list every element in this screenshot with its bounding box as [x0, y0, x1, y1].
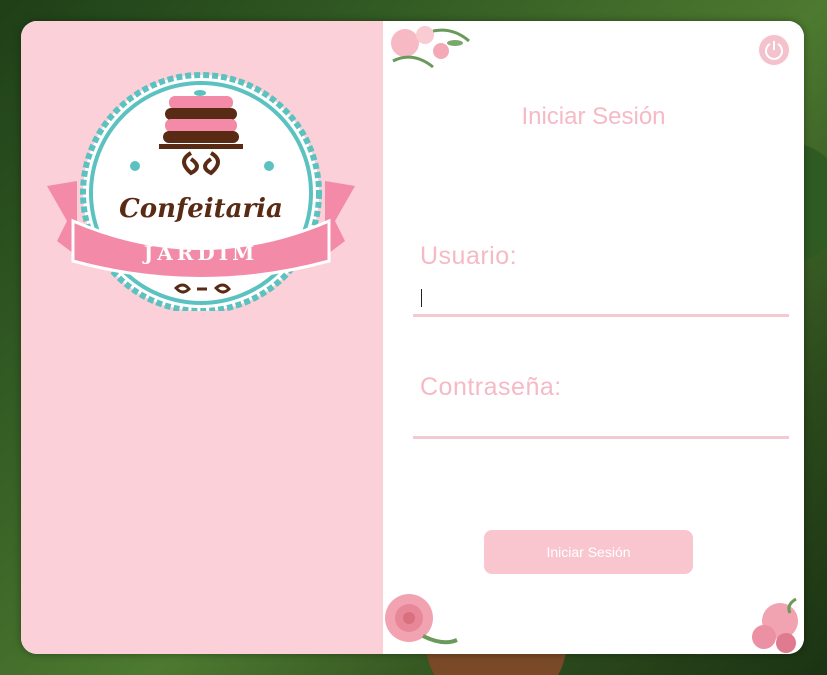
rose-decoration-bottom-left: [385, 594, 458, 645]
flower-decoration-top: [391, 26, 470, 69]
password-input[interactable]: [413, 402, 789, 439]
text-caret: [421, 289, 422, 307]
password-label: Contraseña:: [420, 373, 562, 401]
login-button[interactable]: Iniciar Sesión: [484, 530, 693, 574]
username-input[interactable]: [413, 280, 789, 317]
power-button[interactable]: [758, 34, 790, 66]
brand-panel: Confeitaria JARDIM: [21, 21, 383, 654]
power-icon: [765, 41, 783, 60]
confeitaria-jardim-logo: Confeitaria JARDIM: [47, 72, 355, 311]
brand-ribbon-text: JARDIM: [142, 241, 258, 265]
brand-script-text: Confeitaria: [119, 194, 283, 224]
username-label: Usuario:: [420, 242, 518, 270]
login-title: Iniciar Sesión: [521, 103, 666, 130]
login-panel: Iniciar Sesión Usuario: Contraseña: Inic…: [383, 21, 804, 654]
rose-decoration-bottom-right: [752, 597, 798, 653]
login-window: Confeitaria JARDIM Iniciar Sesión Usuari…: [21, 21, 804, 654]
